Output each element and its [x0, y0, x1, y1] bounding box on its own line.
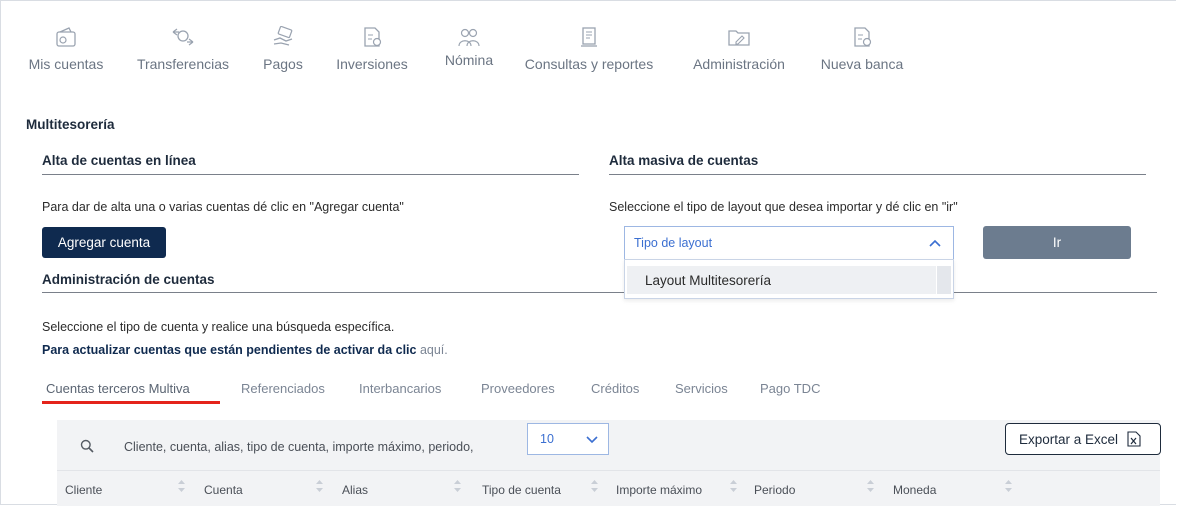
pending-accounts-text: Para actualizar cuentas que están pendie… — [42, 343, 417, 357]
dropdown-scrollbar[interactable] — [937, 266, 951, 294]
sort-icon[interactable] — [866, 477, 875, 495]
new-bank-icon — [854, 27, 872, 47]
export-excel-button[interactable]: Exportar a Excel — [1005, 423, 1161, 455]
chevron-up-icon[interactable] — [929, 239, 941, 247]
sort-icon[interactable] — [453, 477, 462, 495]
nav-item-pagos[interactable]: Pagos — [258, 26, 308, 72]
divider — [42, 292, 1157, 293]
per-page-value: 10 — [540, 432, 554, 446]
alta-masiva-title: Alta masiva de cuentas — [609, 153, 759, 168]
nav-item-nomina[interactable]: Nómina — [437, 26, 501, 68]
per-page-select[interactable]: 10 — [527, 423, 609, 455]
tab-proveedores[interactable]: Proveedores — [481, 381, 555, 396]
pending-accounts-line: Para actualizar cuentas que están pendie… — [42, 343, 448, 357]
payment-hand-icon — [273, 26, 293, 46]
sort-icon[interactable] — [315, 477, 324, 495]
nav-label: Nueva banca — [820, 56, 904, 72]
nav-label: Mis cuentas — [28, 56, 104, 72]
tab-creditos[interactable]: Créditos — [591, 381, 639, 396]
excel-file-icon — [1127, 431, 1141, 447]
divider — [42, 174, 579, 175]
nav-label: Transferencias — [136, 56, 230, 72]
divider — [609, 174, 1146, 175]
chevron-down-icon — [586, 436, 598, 444]
nav-label: Nómina — [444, 52, 494, 68]
admin-instruction: Seleccione el tipo de cuenta y realice u… — [42, 320, 395, 334]
alta-masiva-instruction: Seleccione el tipo de layout que desea i… — [609, 200, 958, 214]
tab-pago-tdc[interactable]: Pago TDC — [760, 381, 820, 396]
investment-doc-icon — [364, 27, 382, 47]
tab-referenciados[interactable]: Referenciados — [241, 381, 325, 396]
nav-item-nueva-banca[interactable]: Nueva banca — [816, 26, 908, 72]
layout-type-placeholder: Tipo de layout — [634, 236, 713, 250]
admin-title: Administración de cuentas — [42, 272, 215, 287]
people-icon — [458, 28, 480, 47]
sort-icon[interactable] — [590, 477, 599, 495]
nav-item-inversiones[interactable]: Inversiones — [331, 26, 413, 72]
column-header-importe-maximo[interactable]: Importe máximo — [616, 483, 702, 497]
alta-linea-instruction: Para dar de alta una o varias cuentas dé… — [42, 200, 404, 214]
nav-item-mis-cuentas[interactable]: Mis cuentas — [26, 26, 106, 72]
column-header-cuenta[interactable]: Cuenta — [204, 483, 243, 497]
layout-type-select[interactable]: Tipo de layout — [624, 226, 954, 260]
column-header-tipo-cuenta[interactable]: Tipo de cuenta — [482, 483, 561, 497]
wallet-icon — [56, 27, 76, 47]
column-header-cliente[interactable]: Cliente — [65, 483, 102, 497]
tab-cuentas-terceros-multiva[interactable]: Cuentas terceros Multiva — [46, 381, 190, 396]
agregar-cuenta-button[interactable]: Agregar cuenta — [42, 227, 166, 258]
transfer-icon — [172, 28, 194, 46]
layout-option[interactable]: Layout Multitesorería — [627, 266, 936, 294]
tab-interbancarios[interactable]: Interbancarios — [359, 381, 441, 396]
nav-label: Pagos — [263, 56, 303, 72]
nav-label: Administración — [693, 56, 785, 72]
nav-label: Consultas y reportes — [524, 56, 654, 72]
ir-button[interactable]: Ir — [983, 226, 1131, 259]
active-tab-indicator — [42, 401, 220, 404]
tab-servicios[interactable]: Servicios — [675, 381, 728, 396]
search-input[interactable]: Cliente, cuenta, alias, tipo de cuenta, … — [124, 440, 474, 454]
sort-icon[interactable] — [1004, 477, 1013, 495]
layout-dropdown-panel: Layout Multitesorería — [624, 259, 954, 299]
report-icon — [581, 27, 597, 47]
column-header-moneda[interactable]: Moneda — [893, 483, 936, 497]
nav-label: Inversiones — [336, 56, 408, 72]
nav-item-transferencias[interactable]: Transferencias — [132, 26, 234, 72]
divider — [57, 470, 1160, 471]
sort-icon[interactable] — [177, 477, 186, 495]
search-icon — [80, 439, 94, 453]
nav-item-administracion[interactable]: Administración — [687, 26, 791, 72]
pending-accounts-link[interactable]: aquí. — [420, 343, 448, 357]
page-title: Multitesorería — [26, 117, 115, 132]
column-header-periodo[interactable]: Periodo — [754, 483, 795, 497]
alta-linea-title: Alta de cuentas en línea — [42, 153, 196, 168]
export-excel-label: Exportar a Excel — [1019, 431, 1119, 447]
nav-item-consultas-reportes[interactable]: Consultas y reportes — [519, 26, 659, 72]
folder-edit-icon — [728, 30, 750, 46]
column-header-alias[interactable]: Alias — [342, 483, 368, 497]
sort-icon[interactable] — [729, 477, 738, 495]
